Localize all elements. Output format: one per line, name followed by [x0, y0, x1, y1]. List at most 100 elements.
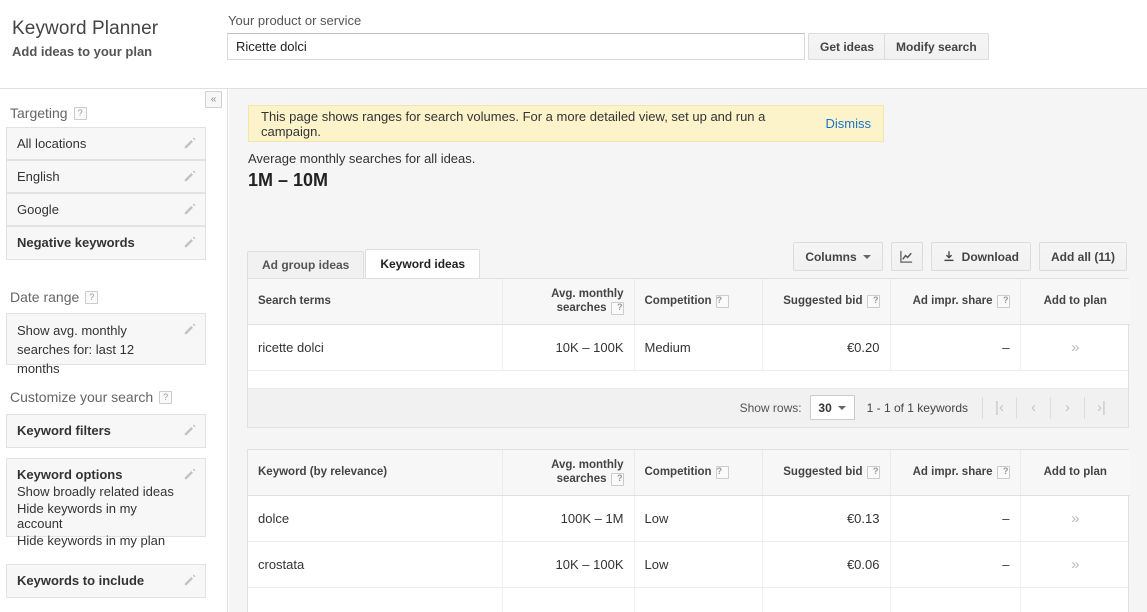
col-competition[interactable]: Competition?: [634, 279, 763, 325]
col-suggested-bid[interactable]: Suggested bid?: [762, 450, 891, 496]
table-pager: Show rows: 30 1 - 1 of 1 keywords |‹ ‹ ›…: [248, 388, 1128, 427]
sidebar-card-keyword-filters[interactable]: Keyword filters: [6, 414, 206, 448]
col-suggested-bid[interactable]: Suggested bid?: [762, 279, 891, 325]
targeting-title: Targeting: [10, 105, 68, 121]
help-icon[interactable]: ?: [610, 472, 624, 486]
col-ad-impr-share[interactable]: Ad impr. share?: [890, 450, 1021, 496]
add-to-plan-button[interactable]: »: [1020, 495, 1130, 542]
pencil-icon[interactable]: [183, 136, 197, 150]
sidebar-card-negative-keywords[interactable]: Negative keywords: [6, 226, 206, 260]
customize-help-icon[interactable]: ?: [159, 390, 173, 404]
cell-ad-impr-share: –: [890, 495, 1021, 542]
date-range-help-icon[interactable]: ?: [85, 290, 99, 304]
table-row[interactable]: ricette dolci 10K – 100K Medium €0.20 – …: [248, 324, 1130, 371]
table-row[interactable]: dolce 100K – 1M Low €0.13 – »: [248, 495, 1130, 542]
pagination-count: 1 - 1 of 1 keywords: [866, 400, 968, 415]
sidebar-card-keywords-to-include[interactable]: Keywords to include: [6, 564, 206, 598]
table-spacer-row: [248, 370, 1130, 389]
download-label: Download: [961, 249, 1019, 264]
cell-ad-impr-share: –: [890, 324, 1021, 371]
add-to-plan-button[interactable]: »: [1020, 541, 1130, 588]
table-row[interactable]: crostata 10K – 100K Low €0.06 – »: [248, 541, 1130, 588]
cell-suggested-bid: [762, 587, 891, 612]
cell-suggested-bid: €0.13: [762, 495, 891, 542]
add-to-plan-button[interactable]: [1020, 587, 1130, 612]
pencil-icon[interactable]: [183, 573, 197, 587]
pencil-icon[interactable]: [183, 169, 197, 183]
date-range-section-header: Date range ?: [10, 289, 99, 305]
chevron-down-icon: [837, 405, 846, 410]
col-keyword-by-relevance[interactable]: Keyword (by relevance): [248, 450, 503, 496]
first-page-button[interactable]: |‹: [982, 396, 1016, 419]
sidebar: Targeting ? All locations English Google…: [0, 89, 228, 612]
prev-page-button[interactable]: ‹: [1016, 396, 1050, 419]
cell-avg-monthly-searches: 10K – 100K: [502, 541, 635, 588]
sidebar-card-label: English: [17, 169, 60, 184]
sidebar-card-all-locations[interactable]: All locations: [6, 127, 206, 160]
collapse-sidebar-icon[interactable]: «: [205, 91, 222, 108]
col-label: Competition: [644, 295, 712, 308]
sidebar-card-label: Show avg. monthly searches for: last 12 …: [17, 323, 135, 376]
keyword-option-item[interactable]: Hide keywords in my account: [17, 501, 177, 531]
targeting-help-icon[interactable]: ?: [73, 106, 87, 120]
top-header: Keyword Planner Add ideas to your plan Y…: [0, 0, 1147, 89]
help-icon[interactable]: ?: [996, 465, 1010, 479]
col-ad-impr-share[interactable]: Ad impr. share?: [890, 279, 1021, 325]
rows-per-page-select[interactable]: 30: [809, 395, 855, 421]
page-subtitle: Add ideas to your plan: [12, 44, 153, 59]
date-range-title: Date range: [10, 289, 80, 305]
col-add-to-plan: Add to plan: [1020, 279, 1130, 325]
pencil-icon[interactable]: [183, 202, 197, 216]
help-icon[interactable]: ?: [866, 294, 880, 308]
help-icon[interactable]: ?: [715, 294, 729, 308]
sidebar-card-label: Google: [17, 202, 59, 217]
sidebar-card-date-range[interactable]: Show avg. monthly searches for: last 12 …: [6, 313, 206, 376]
pencil-icon[interactable]: [183, 423, 197, 437]
pencil-icon[interactable]: [183, 322, 197, 336]
col-add-to-plan: Add to plan: [1020, 450, 1130, 496]
help-icon[interactable]: ?: [715, 465, 729, 479]
next-page-button[interactable]: ›: [1050, 396, 1084, 419]
cell-suggested-bid: €0.06: [762, 541, 891, 588]
line-chart-icon[interactable]: [890, 242, 923, 271]
col-avg-monthly-searches[interactable]: Avg. monthly searches?: [502, 450, 635, 496]
help-icon[interactable]: ?: [996, 294, 1010, 308]
pencil-icon[interactable]: [183, 235, 197, 249]
keyword-option-item[interactable]: Hide keywords in my plan: [17, 533, 177, 548]
tab-ad-group-ideas[interactable]: Ad group ideas: [247, 251, 365, 278]
sidebar-card-keyword-options[interactable]: Keyword options Show broadly related ide…: [6, 458, 206, 548]
col-search-terms[interactable]: Search terms: [248, 279, 503, 325]
cell-competition: Low: [634, 495, 763, 542]
last-page-button[interactable]: ›|: [1084, 396, 1118, 419]
get-ideas-button[interactable]: Get ideas: [808, 33, 887, 60]
col-avg-monthly-searches[interactable]: Avg. monthly searches?: [502, 279, 635, 325]
download-icon: [944, 251, 954, 262]
table-row-partial[interactable]: [248, 587, 1130, 612]
cell-ad-impr-share: [890, 587, 1021, 612]
columns-button[interactable]: Columns: [793, 242, 883, 271]
chevron-down-icon: [862, 254, 871, 259]
help-icon[interactable]: ?: [866, 465, 880, 479]
sidebar-card-label: Keyword options: [17, 467, 123, 482]
keyword-option-item[interactable]: Show broadly related ideas: [17, 484, 177, 499]
help-icon[interactable]: ?: [610, 301, 624, 315]
cell-competition: Medium: [634, 324, 763, 371]
product-or-service-input[interactable]: [227, 33, 805, 60]
download-button[interactable]: Download: [930, 242, 1031, 271]
add-all-button[interactable]: Add all (11): [1038, 242, 1127, 271]
sidebar-card-google[interactable]: Google: [6, 193, 206, 226]
col-competition[interactable]: Competition?: [634, 450, 763, 496]
sidebar-card-english[interactable]: English: [6, 160, 206, 193]
cell-avg-monthly-searches: 100K – 1M: [502, 495, 635, 542]
tab-keyword-ideas[interactable]: Keyword ideas: [365, 249, 481, 278]
modify-search-button[interactable]: Modify search: [884, 33, 989, 60]
table-toolbar: Columns Download Add all (11): [793, 242, 1127, 271]
cell-suggested-bid: €0.20: [762, 324, 891, 371]
dismiss-notice-link[interactable]: Dismiss: [826, 116, 872, 131]
keyword-planner-page: Keyword Planner Add ideas to your plan Y…: [0, 0, 1147, 612]
cell-competition: Low: [634, 541, 763, 588]
add-to-plan-button[interactable]: »: [1020, 324, 1130, 371]
cell-keyword: dolce: [248, 495, 503, 542]
pencil-icon[interactable]: [183, 467, 197, 481]
col-label: Suggested bid: [783, 295, 863, 308]
